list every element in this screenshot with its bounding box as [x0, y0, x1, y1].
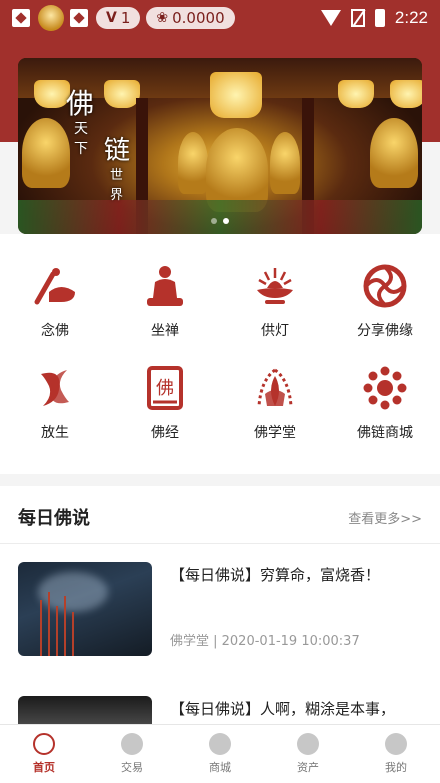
mall-icon [361, 364, 409, 412]
feature-label: 佛学堂 [254, 425, 296, 441]
share-wheel-icon [361, 262, 409, 310]
view-more-link[interactable]: 查看更多>> [348, 508, 422, 527]
banner-calligraphy: 天 [74, 121, 88, 137]
banner-lantern [210, 72, 262, 118]
tab-home[interactable]: 首页 [0, 725, 88, 783]
banner-calligraphy: 世 [110, 168, 124, 183]
feature-grid: 念佛 坐禅 供灯 分享佛缘 放生 佛 佛经 佛学堂 佛链商城 [0, 262, 440, 442]
tab-assets[interactable]: 资产 [264, 725, 352, 783]
section-title: 每日佛说 [18, 508, 90, 529]
banner-lantern [34, 80, 70, 108]
article-title: 【每日佛说】穷算命，富烧香！ [170, 566, 381, 584]
buddha-statue [270, 132, 300, 194]
bottom-tab-bar: 首页 交易 商城 资产 我的 [0, 724, 440, 783]
notification-app-icon [12, 9, 30, 27]
lotus-icon: ❀ [156, 10, 169, 26]
incense-stick [64, 596, 66, 656]
carousel-dot-active[interactable] [223, 218, 229, 224]
incense-stick [48, 592, 50, 656]
assets-icon [297, 733, 319, 755]
incense-stick [72, 612, 74, 656]
mall-icon [209, 733, 231, 755]
notification-app-icon-2 [70, 9, 88, 27]
feature-buddhist-hall[interactable]: 佛学堂 [220, 364, 330, 442]
banner-carousel[interactable]: 佛 天 下 链 世 界 [18, 58, 422, 234]
feature-label: 放生 [41, 425, 69, 441]
banner-floor [18, 200, 422, 234]
fish-release-icon [31, 364, 79, 412]
feature-meditation[interactable]: 坐禅 [110, 262, 220, 340]
banner-calligraphy: 界 [110, 188, 124, 203]
banner-lantern [338, 80, 374, 108]
wifi-icon [320, 10, 341, 26]
feature-label: 分享佛缘 [357, 323, 413, 339]
tab-label: 交易 [121, 761, 143, 774]
battery-icon [374, 9, 385, 27]
banner-calligraphy: 佛 [66, 87, 95, 120]
level-badge[interactable]: V 1 [96, 7, 141, 29]
feature-release-life[interactable]: 放生 [0, 364, 110, 442]
trade-icon [121, 733, 143, 755]
feature-mall[interactable]: 佛链商城 [330, 364, 440, 442]
clock: 2:22 [394, 8, 428, 27]
article-thumbnail [18, 562, 152, 656]
v-icon: V [106, 10, 117, 26]
banner-calligraphy: 链 [104, 136, 131, 166]
feature-label: 佛经 [151, 425, 179, 441]
feature-label: 念佛 [41, 323, 69, 339]
carousel-dot[interactable] [211, 218, 217, 224]
feature-chanting[interactable]: 念佛 [0, 262, 110, 340]
lotus-balance-badge[interactable]: ❀ 0.0000 [146, 7, 235, 29]
banner-lantern [390, 80, 422, 108]
feature-share[interactable]: 分享佛缘 [330, 262, 440, 340]
buddhist-hall-icon [251, 364, 299, 412]
status-bar: V 1 ❀ 0.0000 2:22 [0, 0, 440, 36]
lotus-balance-value: 0.0000 [172, 9, 225, 27]
buddha-statue [370, 118, 418, 188]
tab-trade[interactable]: 交易 [88, 725, 176, 783]
tab-label: 资产 [297, 761, 319, 774]
app-logo [38, 5, 64, 31]
incense-stick [40, 600, 42, 656]
buddha-statue [178, 132, 208, 194]
level-value: 1 [120, 9, 131, 27]
daily-header: 每日佛说 查看更多>> [0, 486, 440, 544]
feature-label: 坐禅 [151, 323, 179, 339]
feature-lamp-offering[interactable]: 供灯 [220, 262, 330, 340]
article-meta: 佛学堂 | 2020-01-19 10:00:37 [170, 634, 360, 649]
tab-mall[interactable]: 商城 [176, 725, 264, 783]
incense-stick [56, 606, 58, 656]
tab-profile[interactable]: 我的 [352, 725, 440, 783]
article-item[interactable]: 【每日佛说】穷算命，富烧香！ 佛学堂 | 2020-01-19 10:00:37 [0, 544, 440, 658]
buddha-statue [22, 118, 70, 188]
chanting-icon [31, 262, 79, 310]
svg-text:佛: 佛 [156, 378, 174, 399]
banner-lantern [104, 80, 140, 108]
article-title: 【每日佛说】人啊，糊涂是本事， [170, 700, 396, 718]
feature-sutra[interactable]: 佛 佛经 [110, 364, 220, 442]
sutra-book-icon: 佛 [141, 364, 189, 412]
tab-label: 我的 [385, 761, 407, 774]
tab-label: 商城 [209, 761, 231, 774]
feature-label: 供灯 [261, 323, 289, 339]
banner-calligraphy: 下 [74, 141, 88, 157]
profile-icon [385, 733, 407, 755]
feature-label: 佛链商城 [357, 425, 413, 441]
lotus-lamp-icon [251, 262, 299, 310]
no-sim-icon [350, 9, 365, 27]
tab-label: 首页 [33, 761, 55, 774]
meditation-icon [141, 262, 189, 310]
carousel-dots [211, 218, 229, 224]
home-icon [33, 733, 55, 755]
